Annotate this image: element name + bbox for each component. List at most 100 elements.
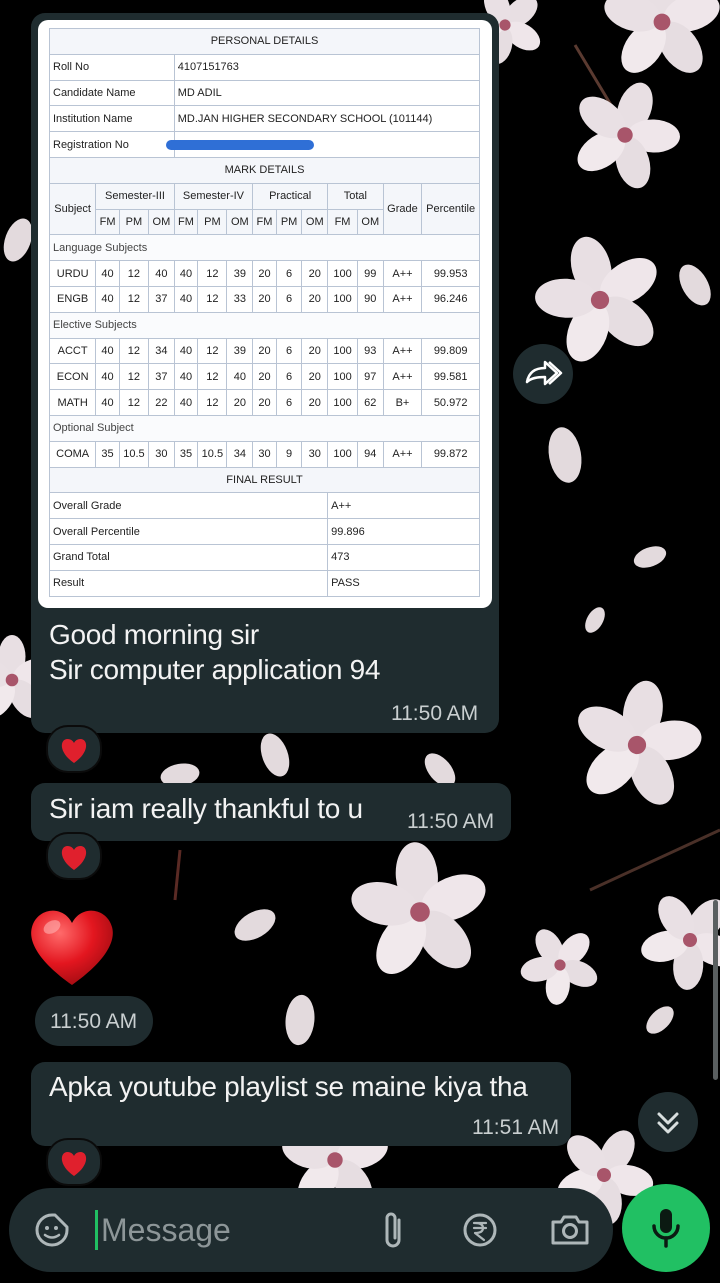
mark-cell: 100 [327,363,358,391]
mark-cell: 12 [118,285,150,313]
section-header: MARK DETAILS [49,156,480,184]
column-header: Grade [382,182,423,236]
column-header: Practical [252,182,329,210]
field-label: Candidate Name [49,79,175,107]
mark-cell: MATH [48,389,97,416]
mark-cell: 30 [301,440,329,468]
sticker-icon[interactable] [33,1211,71,1249]
camera-icon[interactable] [549,1212,591,1248]
message-time: 11:51 AM [472,1116,560,1139]
rupee-payment-icon[interactable] [461,1211,499,1249]
column-header: Semester-III [95,182,175,210]
mark-cell: 9 [275,440,303,468]
redaction-scribble [166,140,314,150]
subject-row: ECON 40 12 37 40 12 40 20 6 20 100 97 A++ 99.581 [48,363,480,391]
mark-cell: 99.581 [421,363,480,391]
field-label: Overall Percentile [48,518,329,545]
field-label: Registration No [49,131,175,158]
mark-cell: 40 [226,363,254,391]
mark-cell: 20 [301,337,329,365]
reaction-badge[interactable] [46,832,102,880]
field-label: Overall Grade [48,492,329,520]
mark-cell: 12 [197,389,228,416]
mark-cell: 100 [327,337,358,365]
column-subheader: OM [148,208,175,236]
mark-cell: 12 [197,363,228,391]
field-value: PASS [327,569,480,597]
message-input[interactable]: Message [101,1210,231,1250]
paperclip-icon[interactable] [379,1210,409,1252]
message-text: Sir iam really thankful to u [49,793,363,824]
field-label: Grand Total [48,543,329,571]
field-label: Institution Name [49,105,175,133]
mark-cell: 99 [356,260,384,287]
subject-group-row: Language Subjects [49,234,480,262]
mark-cell: A++ [382,363,423,391]
subject-group-title: Elective Subjects [49,311,480,339]
forward-button[interactable] [513,344,573,404]
message-time: 11:50 AM [50,1010,138,1033]
scrollbar[interactable] [713,900,718,1080]
section-header-row: FINAL RESULT [49,466,480,494]
subject-row: COMA 35 10.5 30 35 10.5 34 30 9 30 100 94 A++ 99.872 [48,440,480,468]
mark-cell: 50.972 [421,389,480,416]
final-row: Overall Percentile 99.896 [48,518,480,545]
mark-cell: 30 [252,440,277,468]
mark-cell: URDU [48,260,97,287]
marksheet-image[interactable]: PERSONAL DETAILS Roll No 4107151763 Candida… [38,20,492,608]
mark-cell: 6 [275,337,303,365]
mark-cell: 12 [197,337,228,365]
mark-cell: 34 [148,337,175,365]
mark-cell: 100 [327,440,358,468]
scroll-to-bottom-button[interactable] [638,1092,698,1152]
column-header: Total [327,182,384,210]
reaction-badge[interactable] [46,1138,102,1186]
mark-cell: 100 [327,260,358,287]
column-subheader: OM [356,208,384,236]
mark-cell: B+ [382,389,423,416]
voice-message-button[interactable] [622,1184,710,1272]
mark-cell: 10.5 [197,440,228,468]
mark-cell: 40 [95,285,120,313]
mark-cell: 99.953 [421,260,480,287]
mark-cell: ACCT [48,337,97,365]
column-subheader: FM [252,208,277,236]
heart-icon [61,846,87,870]
mark-cell: 20 [301,363,329,391]
mark-cell: 30 [148,440,175,468]
field-value: 473 [327,543,480,571]
mark-cell: 40 [148,260,175,287]
personal-row: Roll No 4107151763 [49,53,481,81]
mark-cell: 20 [301,260,329,287]
final-row: Result PASS [48,569,480,597]
mark-cell: 94 [356,440,384,468]
field-value: MD ADIL [173,79,481,107]
mark-cell: 35 [95,440,120,468]
heart-icon [61,1152,87,1176]
subject-group-title: Optional Subject [49,414,480,442]
mark-cell: 40 [95,337,120,365]
mark-cell: 6 [275,285,303,313]
reaction-badge[interactable] [46,725,102,773]
mark-cell: 6 [275,389,303,416]
column-subheader: OM [226,208,254,236]
mark-cell: 90 [356,285,384,313]
mark-cell: 39 [226,260,254,287]
mark-cell: 20 [252,285,277,313]
mark-cell: 33 [226,285,254,313]
mark-cell: 22 [148,389,175,416]
mark-cell: 97 [356,363,384,391]
mark-cell: 40 [173,337,199,365]
mark-cell: 20 [252,260,277,287]
column-subheader: PM [118,208,150,236]
column-subheader: FM [173,208,199,236]
mark-cell: 12 [118,363,150,391]
mark-cell: 40 [173,260,199,287]
marksheet-table: PERSONAL DETAILS Roll No 4107151763 Candida… [48,28,481,597]
subject-row: MATH 40 12 22 40 12 20 20 6 20 100 62 B+ 50.972 [48,389,480,416]
mark-cell: 12 [197,285,228,313]
mark-cell: 35 [173,440,199,468]
message-time: 11:50 AM [407,810,495,833]
field-value: 99.896 [327,518,480,545]
heart-emoji-message[interactable] [26,905,118,989]
